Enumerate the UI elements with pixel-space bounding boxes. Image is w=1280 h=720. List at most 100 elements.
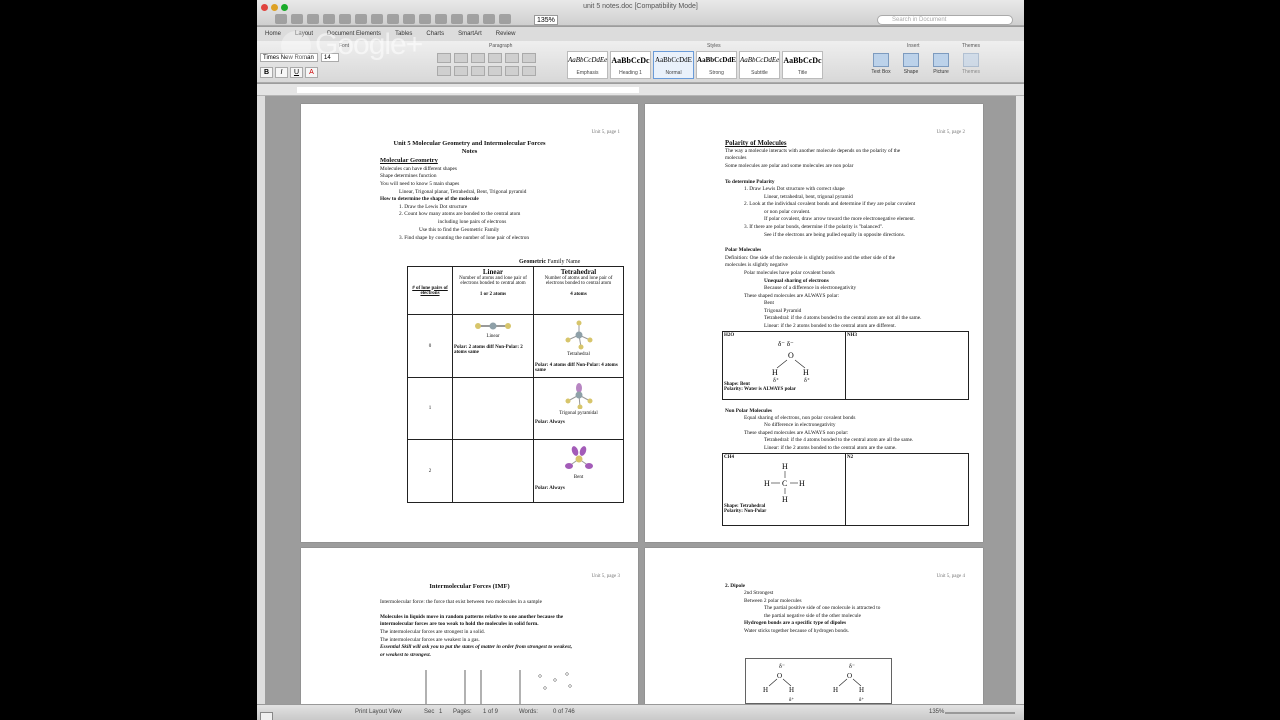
page-1[interactable]: Unit 5, page 1 Unit 5 Molecular Geometry… [301,104,638,542]
style-emphasis[interactable]: AaBbCcDdEe Emphasis [567,51,608,79]
bent-label: Bent [573,475,584,480]
methane-lewis-structure: H H C H H [764,462,805,504]
text-line: How to determine the shape of the molecu… [380,196,479,202]
words-value: 0 of 746 [553,709,575,715]
tetrahedral-header: Tetrahedral [560,268,597,276]
tab-home[interactable]: Home [265,31,281,37]
print-icon[interactable] [339,14,351,24]
cut-icon[interactable] [355,14,367,24]
increase-indent-button[interactable] [505,53,519,63]
svg-text:O: O [777,672,782,680]
numbering-button[interactable] [454,53,468,63]
page-3[interactable]: Unit 5, page 3 Intermolecular Forces (IM… [301,548,638,704]
watermark-text: Google+ [315,28,423,61]
tab-smartart[interactable]: SmartArt [458,31,482,37]
svg-text:H: H [833,686,838,694]
svg-text:δ⁺: δ⁺ [789,697,794,703]
nonpolar-example-table: CH4 H H C H H Shape: Tetrahedral Polarit… [722,453,969,526]
zoom-select[interactable]: 135% [534,15,558,25]
text-line: You will need to know 5 main shapes [380,181,460,187]
gallery-icon[interactable] [499,14,511,24]
style-heading-1[interactable]: AaBbCcDc Heading 1 [610,51,651,79]
style-normal[interactable]: AaBbCcDdE Normal [653,51,694,79]
text-line: or weakest to strongest. [380,652,431,658]
search-input[interactable]: Search in Document [877,15,1013,25]
tetrahedral-count: 4 atoms [570,292,587,297]
align-center-button[interactable] [454,66,468,76]
style-sample: AaBbCcDc [783,56,822,65]
redo-icon[interactable] [419,14,431,24]
shape-button[interactable]: Shape [899,53,923,75]
lone-pairs-2: 2 [407,439,453,503]
section-label: Sec [424,709,435,715]
undo-icon[interactable] [403,14,415,24]
templates-icon[interactable] [291,14,303,24]
linear-sub: Number of atoms and lone pair of electro… [459,276,527,286]
linear-header: Linear [482,268,504,276]
style-subtitle[interactable]: AaBbCcDdEe Subtitle [739,51,780,79]
align-left-button[interactable] [437,66,451,76]
style-sample: AaBbCcDc [611,56,650,65]
style-strong[interactable]: AaBbCcDdE Strong [696,51,737,79]
page-2[interactable]: Unit 5, page 2 Polarity of Molecules The… [645,104,983,542]
shading-button[interactable] [522,66,536,76]
text-line: Intermolecular force: the force that exi… [380,599,542,605]
status-bar: Print Layout View Sec 1 Pages: 1 of 9 Wo… [257,704,1024,720]
vertical-ruler[interactable] [257,96,265,704]
ruler-strip [297,87,639,93]
justify-button[interactable] [488,66,502,76]
paste-icon[interactable] [387,14,399,24]
text-line: Polar Molecules [725,247,762,253]
italic-button[interactable]: I [275,67,288,78]
text-line: Tetrahedral: if the 4 atoms bonded to th… [764,315,922,321]
tab-review[interactable]: Review [496,31,516,37]
sort-button[interactable] [522,53,536,63]
picture-icon [933,53,949,67]
line-spacing-button[interactable] [505,66,519,76]
picture-button[interactable]: Picture [929,53,953,75]
themes-icon [963,53,979,67]
h2o-polarity: Polarity: Water is ALWAYS polar [724,387,796,392]
format-buttons: B I U A [260,67,318,78]
horizontal-ruler[interactable] [257,84,1024,96]
zoom-slider[interactable] [945,712,1015,714]
bold-button[interactable]: B [260,67,273,78]
focus-view-button[interactable] [260,712,273,720]
toolbox-icon[interactable] [467,14,479,24]
bullets-button[interactable] [437,53,451,63]
text-line: Water sticks together because of hydroge… [744,628,850,634]
font-color-button[interactable]: A [305,67,318,78]
states-of-matter-diagram [425,670,572,704]
media-icon[interactable] [483,14,495,24]
style-title[interactable]: AaBbCcDc Title [782,51,823,79]
multilevel-button[interactable] [471,53,485,63]
shape-icon [903,53,919,67]
svg-text:δ⁻: δ⁻ [849,664,855,670]
save-icon[interactable] [323,14,335,24]
text-line: Essential Skill will ask you to put the … [380,644,573,650]
text-line: molecules [725,155,747,161]
svg-text:H: H [772,368,778,377]
copy-icon[interactable] [371,14,383,24]
sidebar-icon[interactable] [451,14,463,24]
page-4[interactable]: Unit 5, page 4 2. Dipole 2nd Strongest B… [645,548,983,704]
align-right-button[interactable] [471,66,485,76]
underline-button[interactable]: U [290,67,303,78]
new-doc-icon[interactable] [275,14,287,24]
text-line: including lone pairs of electrons [438,219,507,225]
themes-button[interactable]: Themes [959,53,983,75]
paragraph-mark-icon[interactable] [435,14,447,24]
text-line: Linear: if the 2 atoms bonded to the cen… [764,445,897,451]
tab-charts[interactable]: Charts [426,31,444,37]
open-icon[interactable] [307,14,319,24]
table-caption-rest: Family Name [545,259,581,265]
vertical-scrollbar[interactable] [1016,96,1024,704]
text-box-button[interactable]: Text Box [869,53,893,75]
bent-cell: Bent Polar: Always [533,439,624,503]
linear-polarity-note: Polar: 2 atoms diff Non-Polar: 2 atoms s… [454,345,523,355]
nh3-title: NH3 [847,333,857,338]
text-line: 2. Look at the individual covalent bonds… [744,201,916,207]
decrease-indent-button[interactable] [488,53,502,63]
text-line: Linear: if the 2 atoms bonded to the cen… [764,323,896,329]
trigonal-pyramidal-note: Polar: Always [535,420,565,425]
